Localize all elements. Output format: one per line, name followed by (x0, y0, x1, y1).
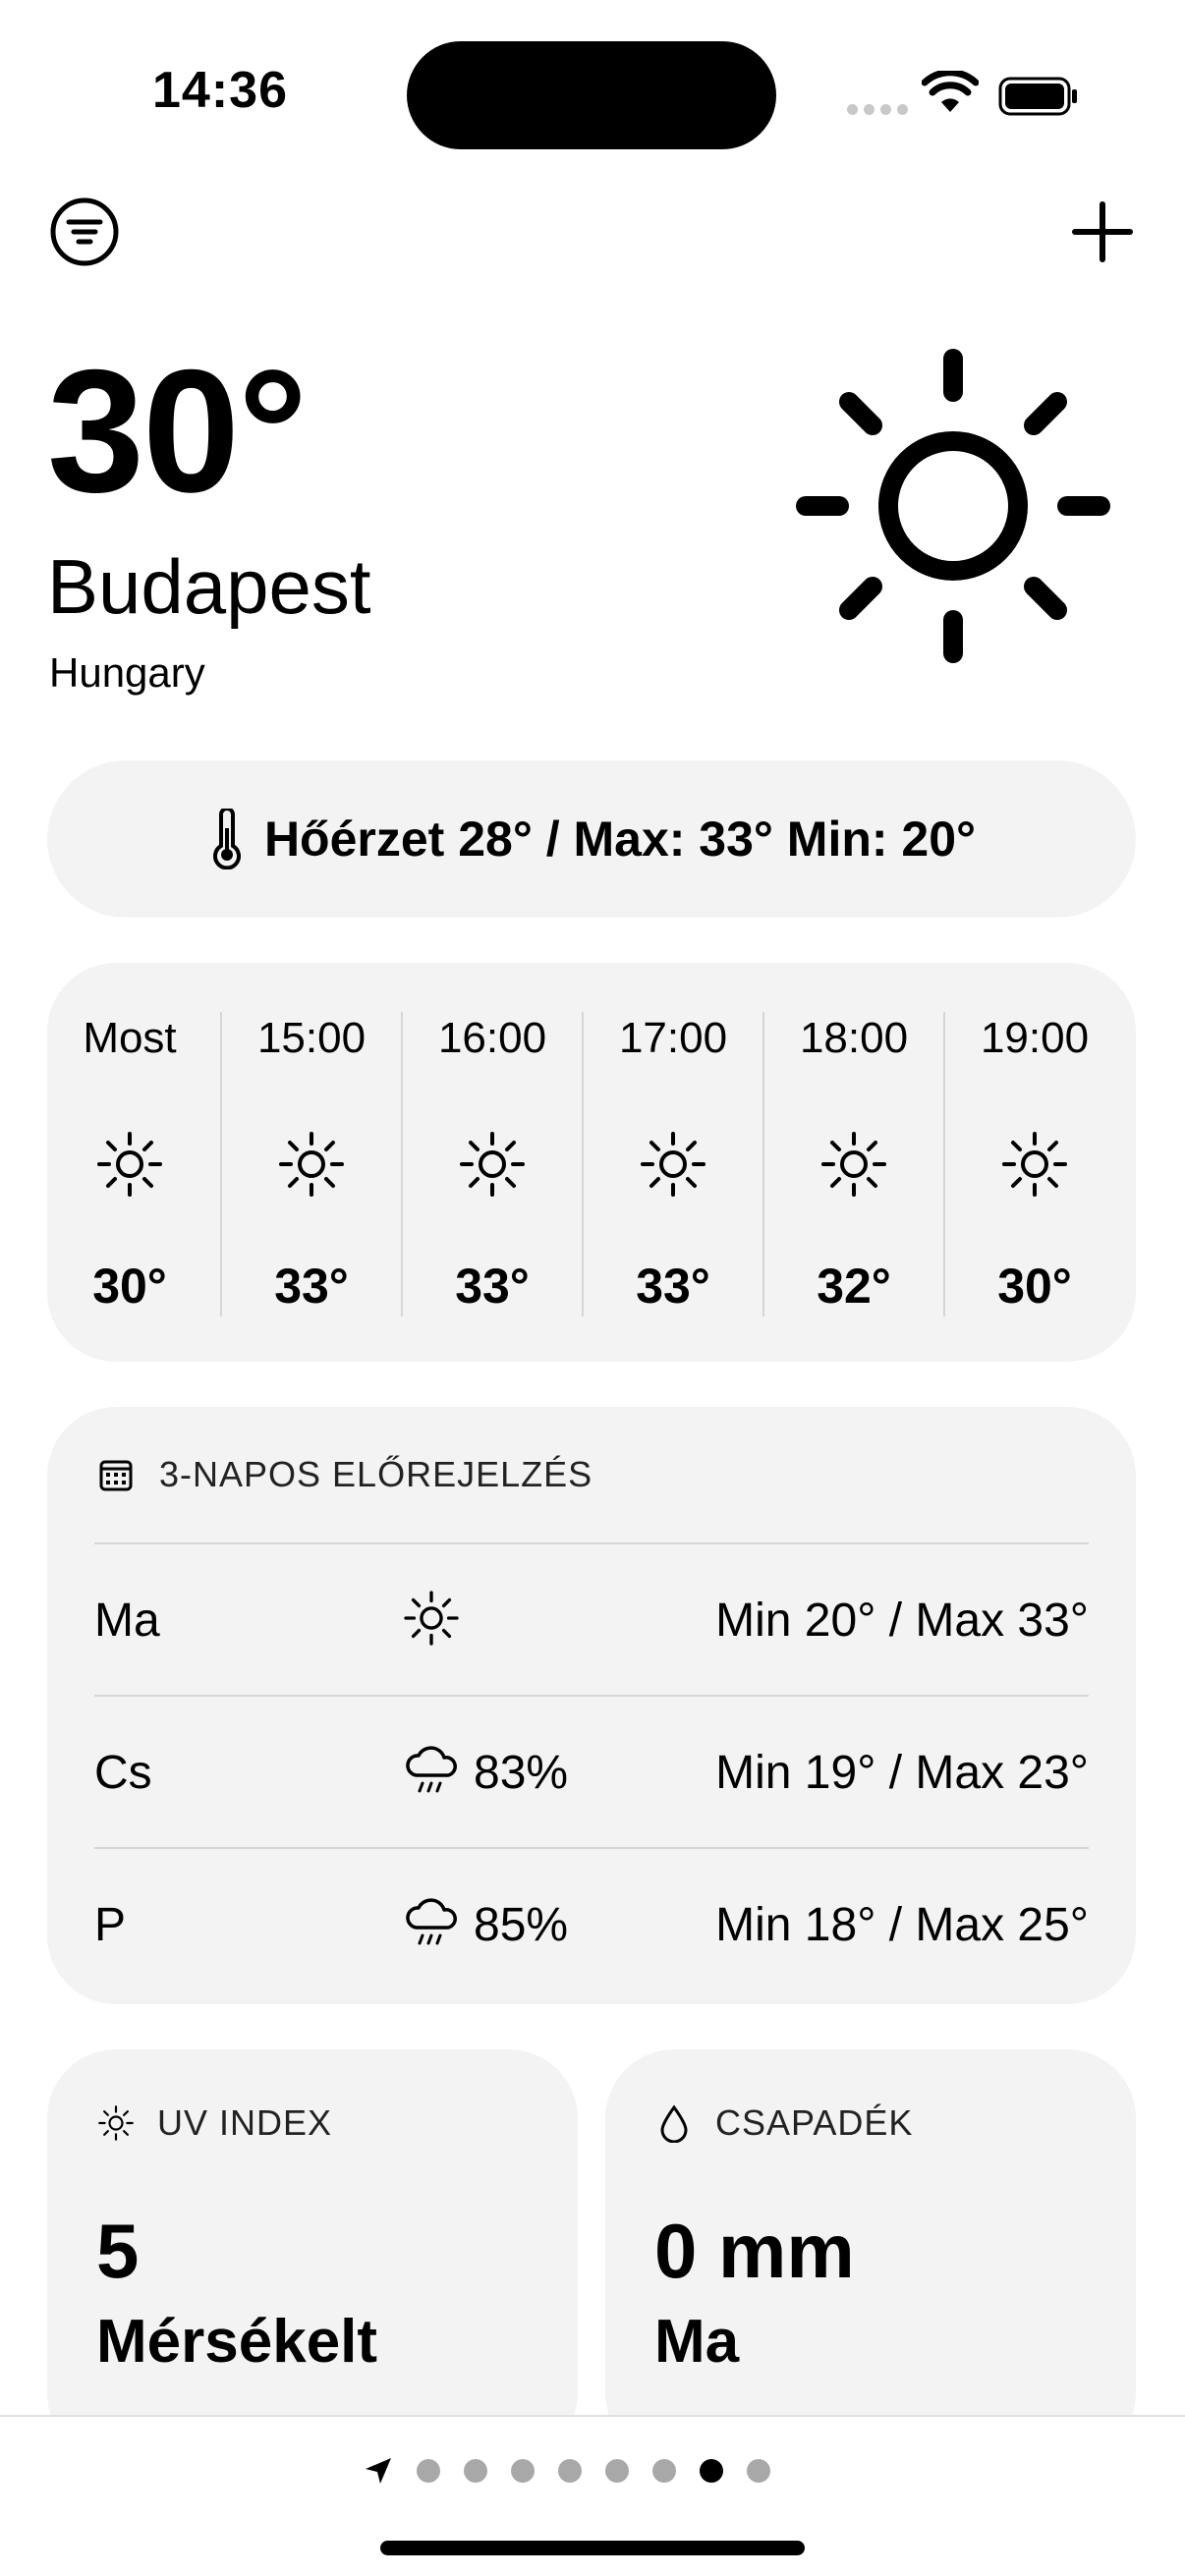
location-arrow-icon (366, 2458, 391, 2484)
page-dot[interactable] (747, 2459, 770, 2483)
forecast-title: 3-NAPOS ELŐREJELZÉS (159, 1454, 593, 1494)
page-dot[interactable] (417, 2459, 440, 2483)
hour-temperature: 30° (92, 1259, 167, 1314)
add-location-button[interactable] (1067, 196, 1138, 267)
hour-time: Most (83, 1014, 177, 1062)
hour-item: 15:00 33° (220, 1012, 401, 1316)
feels-like-pill: Hőérzet 28° / Max: 33° Min: 20° (47, 760, 1136, 918)
uv-index-tile[interactable]: UV INDEX 5 Mérsékelt (47, 2049, 578, 2462)
filter-menu-button[interactable] (49, 196, 120, 267)
hour-time: 19:00 (980, 1014, 1090, 1062)
wifi-icon (922, 71, 979, 112)
forecast-row[interactable]: Ma Min 20° / Max 33° (94, 1542, 1089, 1696)
precipitation-value: 0 mm (654, 2208, 855, 2294)
precipitation-label: Ma (654, 2308, 740, 2376)
page-dot[interactable] (605, 2459, 629, 2483)
hour-temperature: 33° (636, 1259, 710, 1314)
page-dot[interactable] (511, 2459, 535, 2483)
hour-item: 17:00 33° (582, 1012, 762, 1316)
forecast-precipitation: 85% (474, 1899, 569, 1951)
hour-temperature: 30° (997, 1259, 1072, 1314)
sun-icon (641, 1132, 705, 1197)
forecast-day: P (94, 1899, 127, 1951)
forecast-range: Min 19° / Max 23° (715, 1747, 1089, 1799)
home-indicator[interactable] (380, 2541, 805, 2555)
forecast-range: Min 18° / Max 25° (715, 1899, 1089, 1951)
hourly-forecast[interactable]: Most 30° 15:00 33° 16:00 33° 17:00 33° 1… (47, 963, 1136, 1362)
sun-icon (460, 1132, 525, 1197)
tile-header: CSAPADÉK (654, 2102, 913, 2144)
hour-item: Most 30° (47, 1012, 220, 1316)
tile-header: UV INDEX (96, 2102, 332, 2144)
calendar-icon (99, 1460, 133, 1491)
forecast-day: Cs (94, 1747, 152, 1799)
forecast-day: Ma (94, 1595, 160, 1647)
forecast-row[interactable]: Cs 83% Min 19° / Max 23° (94, 1695, 1089, 1848)
hour-item: 16:00 33° (401, 1012, 582, 1316)
hour-time: 16:00 (437, 1014, 547, 1062)
thermometer-icon (212, 809, 241, 869)
sun-icon (821, 1132, 886, 1197)
three-day-forecast: 3-NAPOS ELŐREJELZÉS Ma Min 20° / Max 33°… (47, 1407, 1136, 2004)
dynamic-island (407, 41, 776, 149)
page-dot[interactable] (652, 2459, 676, 2483)
page-dot[interactable] (464, 2459, 487, 2483)
sun-icon (796, 349, 1110, 663)
hour-item: 18:00 32° (762, 1012, 943, 1316)
sun-icon (98, 2105, 134, 2141)
tile-title: CSAPADÉK (715, 2102, 914, 2143)
hour-time: 17:00 (618, 1014, 728, 1062)
forecast-range: Min 20° / Max 33° (715, 1595, 1089, 1647)
hour-temperature: 33° (274, 1259, 349, 1314)
sun-icon (404, 1591, 459, 1646)
hour-temperature: 32° (817, 1259, 891, 1314)
hour-time: 18:00 (799, 1014, 909, 1062)
bottom-bar (0, 2415, 1185, 2576)
weather-screen: 14:36 30° Budapest Hungary Hőérzet 28° /… (0, 0, 1185, 2576)
feels-like-text: Hőérzet 28° / Max: 33° Min: 20° (263, 812, 977, 867)
sun-icon (1002, 1132, 1067, 1197)
status-time: 14:36 (152, 62, 288, 119)
forecast-row[interactable]: P 85% Min 18° / Max 25° (94, 1847, 1089, 2000)
country-name: Hungary (49, 649, 205, 696)
precipitation-tile[interactable]: CSAPADÉK 0 mm Ma (605, 2049, 1136, 2462)
current-temperature: 30° (47, 333, 308, 529)
cellular-signal-icon (847, 104, 908, 115)
uv-label: Mérsékelt (96, 2308, 378, 2376)
uv-value: 5 (96, 2208, 140, 2294)
battery-icon (998, 77, 1077, 116)
city-name: Budapest (47, 543, 371, 630)
page-indicator[interactable] (364, 2456, 770, 2486)
cloud-rain-icon (406, 1746, 457, 1793)
page-dot[interactable] (558, 2459, 582, 2483)
hour-temperature: 33° (455, 1259, 530, 1314)
sun-icon (97, 1132, 162, 1197)
forecast-header: 3-NAPOS ELŐREJELZÉS (98, 1454, 592, 1495)
forecast-precipitation: 83% (474, 1747, 569, 1799)
hour-item: 19:00 30° (943, 1012, 1124, 1316)
tile-title: UV INDEX (157, 2102, 333, 2143)
hour-time: 15:00 (256, 1014, 367, 1062)
sun-icon (279, 1132, 344, 1197)
page-dot-active[interactable] (700, 2459, 723, 2483)
cloud-rain-icon (406, 1898, 457, 1945)
drop-icon (660, 2104, 688, 2143)
